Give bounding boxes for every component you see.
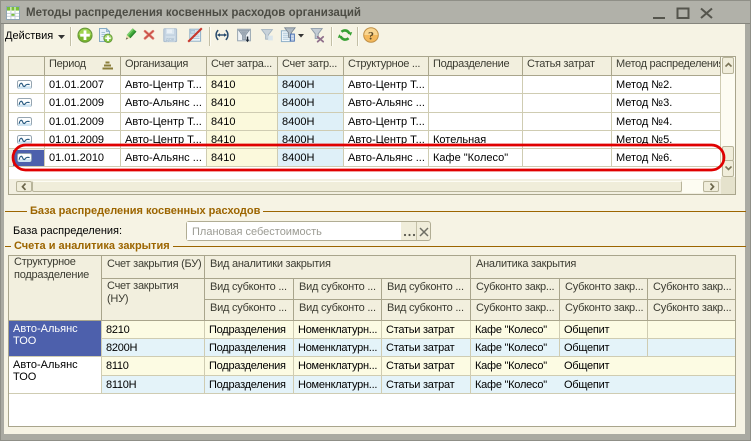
svg-text:ДОК: ДОК: [166, 37, 175, 42]
svg-text:?: ?: [368, 28, 374, 42]
